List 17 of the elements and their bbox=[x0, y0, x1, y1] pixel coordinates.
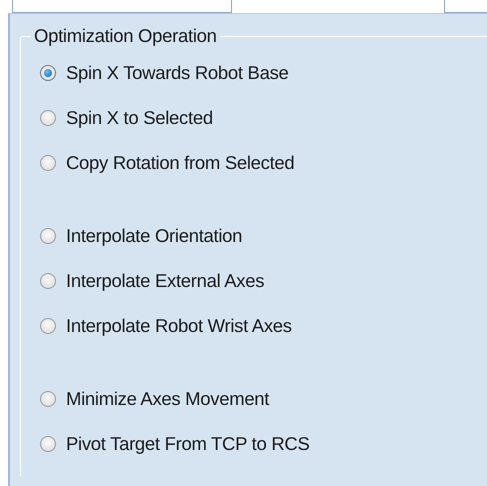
radio-label[interactable]: Interpolate Orientation bbox=[66, 224, 242, 246]
radio-label[interactable]: Interpolate Robot Wrist Axes bbox=[66, 314, 292, 336]
tab[interactable] bbox=[12, 0, 232, 13]
radio-button[interactable] bbox=[40, 64, 56, 80]
radio-button[interactable] bbox=[40, 272, 56, 288]
radio-button[interactable] bbox=[40, 110, 56, 126]
radio-label[interactable]: Copy Rotation from Selected bbox=[66, 152, 294, 174]
radio-button[interactable] bbox=[40, 390, 56, 406]
radio-button[interactable] bbox=[40, 154, 56, 170]
radio-label[interactable]: Spin X to Selected bbox=[66, 106, 213, 128]
radio-button[interactable] bbox=[40, 318, 56, 334]
radio-button[interactable] bbox=[40, 436, 56, 452]
radio-button[interactable] bbox=[40, 228, 56, 244]
radio-label[interactable]: Minimize Axes Movement bbox=[66, 388, 270, 410]
radio-label[interactable]: Spin X Towards Robot Base bbox=[66, 62, 289, 84]
radio-label[interactable]: Pivot Target From TCP to RCS bbox=[66, 432, 310, 454]
radio-label[interactable]: Interpolate External Axes bbox=[66, 270, 264, 292]
